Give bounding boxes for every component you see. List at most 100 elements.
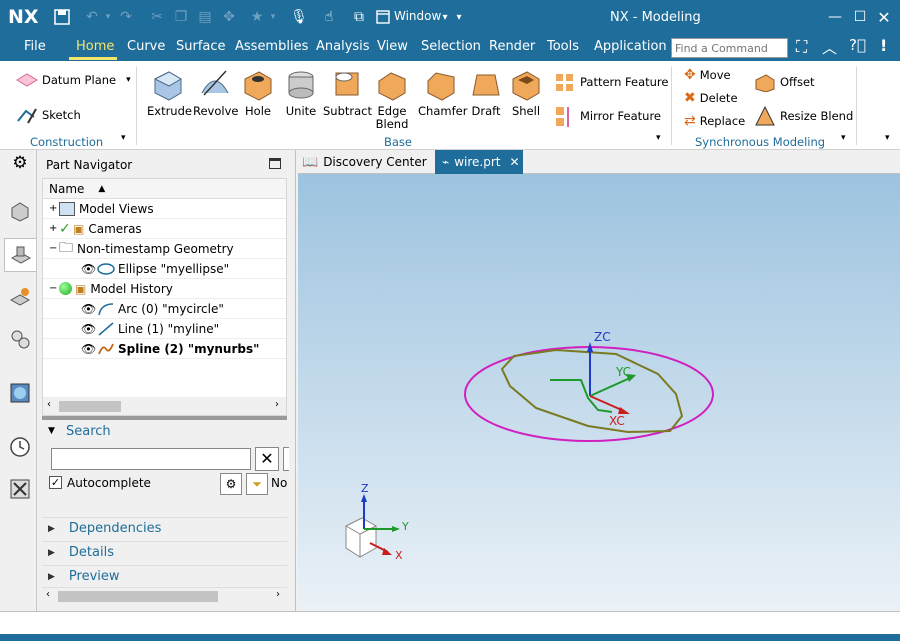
scroll-left-icon[interactable]: ‹: [47, 399, 51, 410]
microphone-icon[interactable]: 🎙: [290, 8, 308, 26]
column-header[interactable]: Name ▲: [43, 179, 286, 199]
move-face-button[interactable]: ✥ Move: [684, 67, 731, 83]
search-options-edge[interactable]: [283, 447, 289, 471]
clear-search-icon[interactable]: ✕: [255, 447, 279, 471]
minimize-icon[interactable]: —: [826, 8, 844, 26]
tree-horizontal-scrollbar[interactable]: ‹ ›: [43, 397, 286, 415]
favorites-star-icon[interactable]: ★: [248, 8, 266, 26]
constraint-navigator-icon[interactable]: [7, 284, 33, 310]
unite-button[interactable]: Unite: [284, 67, 318, 118]
tab-discovery-center[interactable]: 📖 Discovery Center: [302, 151, 427, 173]
tab-selection[interactable]: Selection: [421, 39, 481, 54]
find-search-icon[interactable]: ⌕: [769, 38, 777, 54]
tree-row-non-timestamp-geometry[interactable]: − 🗀 Non-timestamp Geometry: [43, 239, 286, 259]
tree-row-line[interactable]: 👁 Line (1) "myline": [43, 319, 286, 339]
chamfer-button[interactable]: Chamfer: [418, 67, 467, 118]
maximize-panel-icon[interactable]: [269, 158, 281, 169]
sketch-button[interactable]: Sketch: [16, 105, 81, 125]
paste-icon[interactable]: ▤: [196, 8, 214, 26]
search-filter-icon[interactable]: ⚙: [220, 473, 242, 495]
part-navigator-icon[interactable]: [4, 238, 36, 272]
edge-blend-button[interactable]: Edge Blend: [375, 67, 409, 131]
tab-view[interactable]: View: [377, 39, 408, 54]
pattern-feature-button[interactable]: Pattern Feature: [554, 72, 669, 92]
tree-row-model-views[interactable]: + Model Views: [43, 199, 286, 219]
process-tools-icon[interactable]: [7, 476, 33, 502]
sync-more-icon[interactable]: ▾: [841, 133, 846, 143]
window-dropdown-icon[interactable]: ▾: [440, 8, 450, 26]
extrude-button[interactable]: Extrude: [147, 67, 192, 118]
panel-horizontal-scrollbar[interactable]: ‹ ›: [42, 587, 287, 605]
tree-row-cameras[interactable]: + ✓ ▣ Cameras: [43, 219, 286, 239]
name-column-header[interactable]: Name: [49, 182, 84, 196]
construction-more-icon[interactable]: ▾: [121, 133, 126, 143]
offset-region-button[interactable]: Offset: [754, 72, 815, 92]
copy-icon[interactable]: ❐: [172, 8, 190, 26]
delete-face-button[interactable]: ✖ Delete: [684, 90, 738, 106]
customize-dropdown-icon[interactable]: ▾: [454, 8, 464, 26]
eye-visibility-icon[interactable]: 👁: [81, 302, 97, 316]
tree-row-arc[interactable]: 👁 Arc (0) "mycircle": [43, 299, 286, 319]
window-menu[interactable]: Window: [394, 9, 441, 23]
search-section-header[interactable]: Search: [66, 424, 111, 439]
close-tab-icon[interactable]: ✕: [510, 155, 520, 169]
web-browser-icon[interactable]: [7, 380, 33, 406]
touch-mode-icon[interactable]: ☝: [320, 8, 338, 26]
autocomplete-checkbox[interactable]: ✓: [49, 476, 62, 489]
reuse-library-icon[interactable]: [7, 326, 33, 352]
tab-home[interactable]: Home: [76, 39, 114, 54]
revolve-button[interactable]: Revolve: [193, 67, 238, 118]
spline-curve[interactable]: [500, 348, 684, 434]
favorites-dropdown-icon[interactable]: ▾: [268, 8, 278, 26]
maximize-icon[interactable]: ☐: [851, 8, 869, 26]
switch-window-icon[interactable]: ⧉: [350, 8, 368, 26]
tab-tools[interactable]: Tools: [547, 39, 579, 54]
arc-curve[interactable]: [550, 379, 613, 413]
tab-render[interactable]: Render: [489, 39, 535, 54]
history-clock-icon[interactable]: [7, 434, 33, 460]
collapse-ribbon-icon[interactable]: ︿: [822, 37, 837, 58]
replace-face-button[interactable]: ⇄ Replace: [684, 113, 745, 129]
draft-button[interactable]: Draft: [469, 67, 503, 118]
undo-icon[interactable]: ↶: [83, 8, 101, 26]
details-section[interactable]: ▶ Details: [42, 541, 287, 563]
graphics-viewport[interactable]: ZC YC XC Z Y X: [298, 174, 900, 611]
panel-splitter[interactable]: [42, 416, 287, 420]
tab-surface[interactable]: Surface: [176, 39, 226, 54]
collapse-icon[interactable]: −: [49, 283, 59, 294]
redo-icon[interactable]: ↷: [117, 8, 135, 26]
hole-button[interactable]: Hole: [241, 67, 275, 118]
scroll-left-icon[interactable]: ‹: [46, 589, 50, 600]
dependencies-section[interactable]: ▶ Dependencies: [42, 517, 287, 539]
eye-visibility-icon[interactable]: 👁: [81, 322, 97, 336]
eye-visibility-icon[interactable]: 👁: [81, 342, 97, 356]
eye-visibility-icon[interactable]: 👁: [81, 262, 97, 276]
scroll-right-icon[interactable]: ›: [275, 399, 279, 410]
alert-icon[interactable]: !: [880, 36, 887, 55]
undo-dropdown-icon[interactable]: ▾: [103, 8, 113, 26]
tree-row-model-history[interactable]: − ▣ Model History: [43, 279, 286, 299]
scrollbar-thumb[interactable]: [58, 591, 218, 602]
save-icon[interactable]: [53, 8, 71, 26]
settings-gear-icon[interactable]: ⚙: [7, 150, 33, 176]
tree-row-spline[interactable]: 👁 Spline (2) "mynurbs": [43, 339, 286, 359]
ribbon-options-icon[interactable]: ▾: [885, 133, 890, 143]
scrollbar-thumb[interactable]: [59, 401, 121, 412]
tree-row-ellipse[interactable]: 👁 Ellipse "myellipse": [43, 259, 286, 279]
help-icon[interactable]: ?⃝: [849, 36, 866, 54]
search-collapse-icon[interactable]: ▼: [48, 426, 55, 436]
assembly-navigator-icon[interactable]: [7, 198, 33, 224]
subtract-button[interactable]: Subtract: [323, 67, 372, 118]
tab-curve[interactable]: Curve: [127, 39, 165, 54]
mirror-feature-button[interactable]: Mirror Feature: [554, 105, 661, 127]
expand-icon[interactable]: +: [49, 223, 59, 234]
tab-assemblies[interactable]: Assemblies: [235, 39, 308, 54]
add-filter-icon[interactable]: ⏷: [246, 473, 268, 495]
tab-analysis[interactable]: Analysis: [316, 39, 370, 54]
base-more-icon[interactable]: ▾: [656, 133, 661, 143]
resize-blend-button[interactable]: Resize Blend: [754, 105, 853, 127]
shell-button[interactable]: Shell: [509, 67, 543, 118]
file-menu[interactable]: File: [24, 39, 46, 54]
expand-icon[interactable]: +: [49, 203, 59, 214]
repeat-command-icon[interactable]: ✥: [220, 8, 238, 26]
